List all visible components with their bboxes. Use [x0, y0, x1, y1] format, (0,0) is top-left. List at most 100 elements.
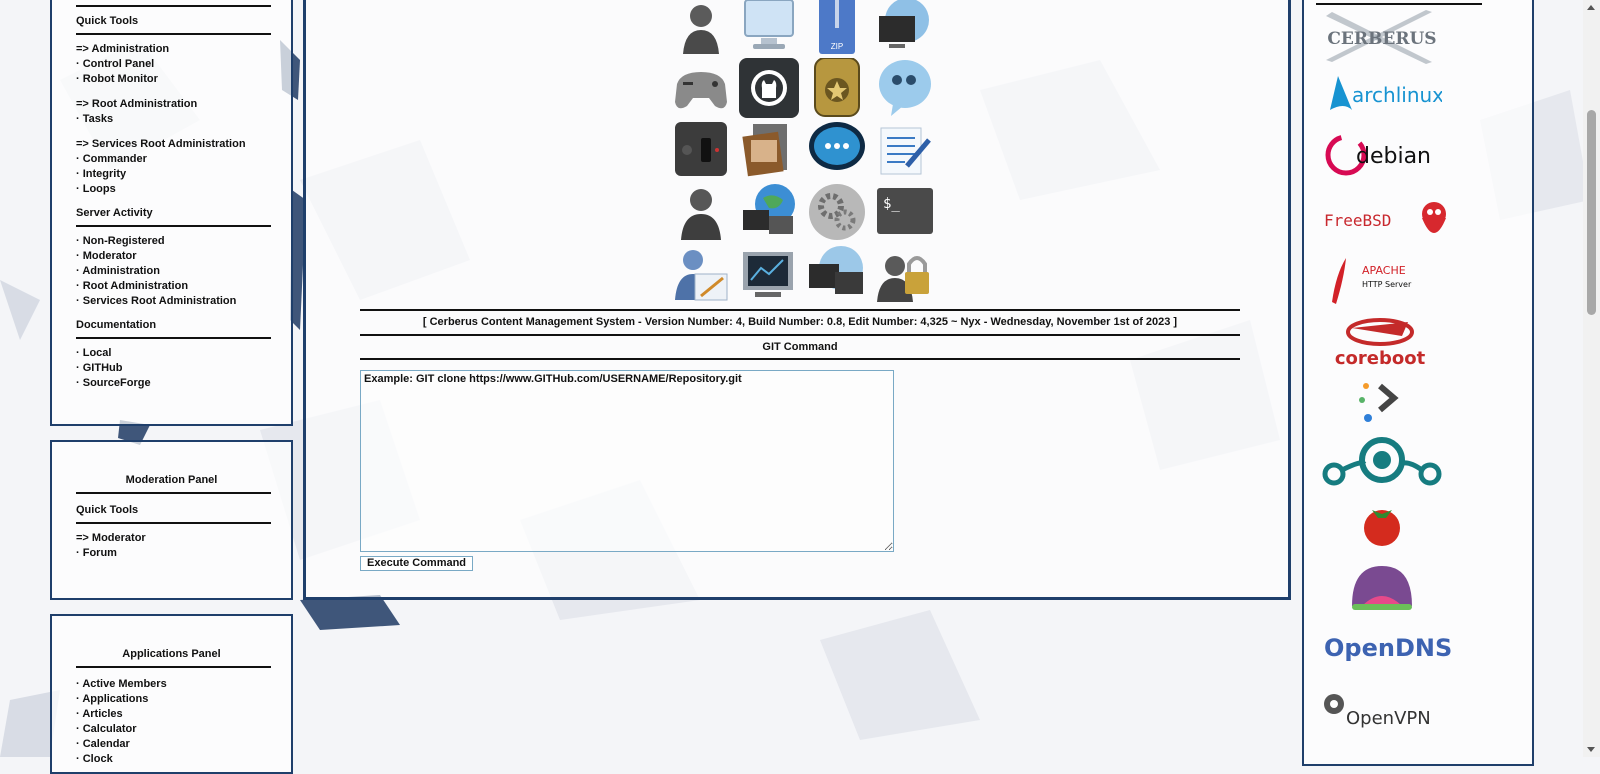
divider — [76, 33, 271, 35]
link-label: Tasks — [82, 113, 114, 125]
link-github[interactable]: · GITHub — [76, 361, 271, 376]
link-prefix: · — [76, 153, 80, 165]
link-administration[interactable]: => Administration — [76, 42, 271, 57]
divider — [76, 492, 271, 494]
power-switch-icon[interactable] — [671, 120, 731, 180]
link-services-root-administration[interactable]: => Services Root Administration — [76, 137, 271, 152]
divider — [1316, 3, 1482, 5]
link-label: Calendar — [82, 738, 130, 750]
scroll-thumb[interactable] — [1587, 110, 1596, 315]
link-local[interactable]: · Local — [76, 346, 271, 361]
tomato-logo[interactable] — [1322, 502, 1442, 548]
opendns-logo[interactable]: OpenDNS — [1322, 626, 1452, 666]
network-globe-icon[interactable] — [739, 182, 799, 242]
link-label: Local — [82, 347, 112, 359]
page-scrollbar[interactable] — [1583, 0, 1600, 757]
link-moderator-panel[interactable]: => Moderator — [76, 531, 271, 546]
monitor-icon[interactable] — [739, 0, 799, 56]
link-integrity[interactable]: · Integrity — [76, 167, 271, 182]
quick-tools-title: Quick Tools — [76, 15, 139, 27]
link-label: Commander — [82, 153, 147, 165]
photos-icon[interactable] — [739, 120, 799, 180]
screen-icon[interactable] — [739, 244, 799, 304]
logo-text: coreboot — [1335, 348, 1426, 369]
link-commander[interactable]: · Commander — [76, 152, 271, 167]
freebsd-logo[interactable]: FreeBSD — [1322, 192, 1446, 244]
link-applications[interactable]: · Applications — [76, 692, 271, 707]
server-activity-title: Server Activity — [76, 207, 153, 219]
zip-archive-icon[interactable]: ZIP — [807, 0, 867, 56]
scroll-up-arrow[interactable] — [1587, 5, 1595, 10]
link-prefix: · — [76, 73, 80, 85]
archlinux-logo[interactable]: archlinux — [1322, 72, 1444, 116]
documentation-title: Documentation — [76, 319, 157, 331]
link-active-members[interactable]: · Active Members — [76, 677, 271, 692]
divider — [76, 666, 271, 668]
documentation-list: · Local · GITHub · SourceForge — [76, 346, 271, 391]
remote-desktop-icon[interactable] — [807, 244, 867, 304]
link-robot-monitor[interactable]: · Robot Monitor — [76, 72, 271, 87]
link-label: Services Root Administration — [91, 138, 246, 150]
link-label: Control Panel — [82, 58, 155, 70]
git-command-input[interactable]: Example: GIT clone https://www.GITHub.co… — [360, 370, 894, 552]
applications-list: · Active Members · Applications · Articl… — [76, 677, 271, 767]
coreboot-logo[interactable]: coreboot — [1322, 314, 1442, 370]
terminal-icon[interactable]: $_ — [875, 182, 935, 242]
link-clock[interactable]: · Clock — [76, 752, 271, 767]
link-services-root-activity[interactable]: · Services Root Administration — [76, 294, 271, 309]
lotus-logo[interactable] — [1322, 562, 1442, 614]
link-prefix: => — [76, 138, 89, 150]
link-label: Applications — [82, 693, 149, 705]
link-sourceforge[interactable]: · SourceForge — [76, 376, 271, 391]
link-articles[interactable]: · Articles — [76, 707, 271, 722]
apache-logo[interactable]: APACHE HTTP Server — [1322, 254, 1442, 306]
link-label: Clock — [82, 753, 113, 765]
administration-panel: Quick Tools => Administration · Control … — [50, 0, 293, 426]
gears-icon[interactable] — [807, 182, 867, 242]
scroll-down-arrow[interactable] — [1587, 747, 1595, 752]
version-info: [ Cerberus Content Management System - V… — [422, 316, 1178, 328]
link-calculator[interactable]: · Calculator — [76, 722, 271, 737]
link-moderator[interactable]: · Moderator — [76, 249, 271, 264]
moderation-panel: Moderation Panel Quick Tools => Moderato… — [50, 440, 293, 600]
link-calendar[interactable]: · Calendar — [76, 737, 271, 752]
link-label: Active Members — [82, 678, 167, 690]
link-loops[interactable]: · Loops — [76, 182, 271, 197]
network-computer-icon[interactable] — [875, 0, 935, 56]
logo-text: OpenVPN — [1346, 708, 1431, 729]
user-edit-icon[interactable] — [671, 244, 731, 304]
link-label: Integrity — [82, 168, 127, 180]
link-prefix: => — [76, 532, 89, 544]
git-command-title: GIT Command — [762, 341, 838, 353]
user-silhouette-icon[interactable] — [671, 182, 731, 242]
messages-icon[interactable] — [807, 120, 867, 180]
debian-logo[interactable]: debian — [1322, 130, 1442, 180]
server-activity-list: · Non-Registered · Moderator · Administr… — [76, 234, 271, 309]
link-root-administration[interactable]: => Root Administration — [76, 97, 271, 112]
cerberus-logo[interactable]: CERBERUS — [1322, 10, 1442, 64]
link-administration-activity[interactable]: · Administration — [76, 264, 271, 279]
security-badge-icon[interactable] — [807, 58, 867, 118]
divider — [76, 225, 271, 227]
user-icon[interactable] — [671, 0, 731, 56]
applications-panel-title: Applications Panel — [122, 648, 221, 660]
lineageos-logo[interactable] — [1322, 434, 1442, 492]
link-forum[interactable]: · Forum — [76, 546, 271, 561]
root-admin-link-group: => Root Administration · Tasks — [76, 97, 271, 127]
divider — [76, 337, 271, 339]
link-root-administration-activity[interactable]: · Root Administration — [76, 279, 271, 294]
link-control-panel[interactable]: · Control Panel — [76, 57, 271, 72]
gamepad-icon[interactable] — [671, 58, 731, 118]
text-editor-icon[interactable] — [875, 120, 935, 180]
flux-logo[interactable] — [1322, 376, 1442, 426]
applications-panel: Applications Panel · Active Members · Ap… — [50, 614, 293, 774]
link-non-registered[interactable]: · Non-Registered — [76, 234, 271, 249]
divider — [76, 522, 271, 524]
logo-text: debian — [1356, 144, 1431, 169]
chat-bubble-icon[interactable] — [875, 58, 935, 118]
link-tasks[interactable]: · Tasks — [76, 112, 271, 127]
user-lock-icon[interactable] — [875, 244, 935, 304]
openvpn-logo[interactable]: OpenVPN — [1322, 690, 1442, 732]
execute-command-button[interactable]: Execute Command — [360, 556, 474, 571]
github-icon[interactable] — [739, 58, 799, 118]
